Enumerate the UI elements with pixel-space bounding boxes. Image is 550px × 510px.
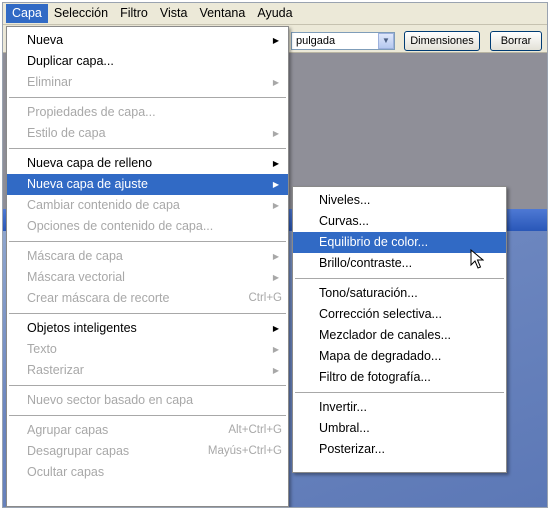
menu-item-label: Opciones de contenido de capa... [27,219,214,233]
menu-separator [295,392,504,393]
menu-item-label: Eliminar [27,75,73,89]
menu-separator [9,385,286,386]
menu-item-label: Estilo de capa [27,126,106,140]
menu-item-propiedades-de-capa[interactable]: Propiedades de capa... [7,102,288,123]
menu-item-mascara-de-capa[interactable]: Máscara de capa ▶ [7,246,288,267]
submenu-item-mezclador-de-canales[interactable]: Mezclador de canales... [293,325,506,346]
menu-item-label: Ocultar capas [27,465,105,479]
menu-shortcut: Alt+Ctrl+G [228,424,282,436]
menu-item-nueva-capa-de-ajuste[interactable]: Nueva capa de ajuste ▶ [7,174,288,195]
submenu-arrow-icon: ▶ [272,36,279,45]
submenu-item-umbral[interactable]: Umbral... [293,418,506,439]
menu-item-label: Máscara vectorial [27,270,125,284]
menu-bar: Capa Selección Filtro Vista Ventana Ayud… [3,3,547,25]
submenu-item-posterizar[interactable]: Posterizar... [293,439,506,460]
menu-item-ocultar-capas[interactable]: Ocultar capas [7,462,288,483]
menu-item-desagrupar-capas[interactable]: Desagrupar capas Mayús+Ctrl+G [7,441,288,462]
clear-button[interactable]: Borrar [490,31,542,51]
menu-shortcut: Mayús+Ctrl+G [207,445,282,457]
menubar-item-seleccion[interactable]: Selección [48,4,114,23]
menu-item-nueva-capa-de-relleno[interactable]: Nueva capa de relleno ▶ [7,153,288,174]
capa-menu: Nueva ▶ Duplicar capa... Eliminar ▶ Propie… [6,26,289,507]
menu-item-crear-mascara-de-recorte[interactable]: Crear máscara de recorte Ctrl+G [7,288,288,309]
menu-separator [9,241,286,242]
adjustment-layer-submenu: Niveles... Curvas... Equilibrio de color… [292,186,507,473]
menu-item-label: Nueva capa de relleno [27,156,153,170]
submenu-arrow-icon: ▶ [272,201,279,210]
menu-item-rasterizar[interactable]: Rasterizar ▶ [7,360,288,381]
submenu-arrow-icon: ▶ [272,273,279,282]
submenu-item-filtro-de-fotografia[interactable]: Filtro de fotografía... [293,367,506,388]
menu-item-objetos-inteligentes[interactable]: Objetos inteligentes ▶ [7,318,288,339]
menu-item-label: Objetos inteligentes [27,321,137,335]
submenu-item-invertir[interactable]: Invertir... [293,397,506,418]
menu-item-label: Propiedades de capa... [27,105,156,119]
menu-item-label: Nuevo sector basado en capa [27,393,194,407]
menu-item-eliminar[interactable]: Eliminar ▶ [7,72,288,93]
menu-item-label: Nueva capa de ajuste [27,177,148,191]
chevron-down-icon[interactable]: ▼ [378,33,394,49]
submenu-item-tono-saturacion[interactable]: Tono/saturación... [293,283,506,304]
menu-item-label: Desagrupar capas [27,444,130,458]
submenu-item-curvas[interactable]: Curvas... [293,211,506,232]
menu-item-label: Crear máscara de recorte [27,291,170,305]
menu-separator [9,415,286,416]
submenu-item-niveles[interactable]: Niveles... [293,190,506,211]
submenu-arrow-icon: ▶ [272,180,279,189]
menu-item-opciones-de-contenido[interactable]: Opciones de contenido de capa... [7,216,288,237]
menu-item-duplicar-capa[interactable]: Duplicar capa... [7,51,288,72]
submenu-arrow-icon: ▶ [272,159,279,168]
menu-item-label: Texto [27,342,57,356]
menu-item-nueva[interactable]: Nueva ▶ [7,30,288,51]
submenu-item-mapa-de-degradado[interactable]: Mapa de degradado... [293,346,506,367]
menu-item-agrupar-capas[interactable]: Agrupar capas Alt+Ctrl+G [7,420,288,441]
submenu-arrow-icon: ▶ [272,345,279,354]
menubar-item-ayuda[interactable]: Ayuda [251,4,298,23]
submenu-arrow-icon: ▶ [272,252,279,261]
menubar-item-vista[interactable]: Vista [154,4,194,23]
submenu-arrow-icon: ▶ [272,324,279,333]
submenu-arrow-icon: ▶ [272,366,279,375]
menu-item-label: Rasterizar [27,363,84,377]
menu-item-label: Nueva [27,33,64,47]
menu-item-texto[interactable]: Texto ▶ [7,339,288,360]
menu-item-label: Duplicar capa... [27,54,114,68]
menu-separator [295,278,504,279]
mouse-pointer-icon [470,249,484,269]
menu-item-nuevo-sector[interactable]: Nuevo sector basado en capa [7,390,288,411]
submenu-arrow-icon: ▶ [272,78,279,87]
menubar-item-filtro[interactable]: Filtro [114,4,154,23]
menubar-item-capa[interactable]: Capa [6,4,48,23]
menu-item-label: Agrupar capas [27,423,109,437]
menu-shortcut: Ctrl+G [248,292,282,304]
menu-separator [9,313,286,314]
dimensions-button[interactable]: Dimensiones [404,31,480,51]
menu-item-mascara-vectorial[interactable]: Máscara vectorial ▶ [7,267,288,288]
menubar-item-ventana[interactable]: Ventana [193,4,251,23]
application-window: Capa Selección Filtro Vista Ventana Ayud… [2,2,548,508]
menu-item-label: Cambiar contenido de capa [27,198,180,212]
submenu-arrow-icon: ▶ [272,129,279,138]
menu-separator [9,97,286,98]
submenu-item-correccion-selectiva[interactable]: Corrección selectiva... [293,304,506,325]
menu-item-cambiar-contenido-de-capa[interactable]: Cambiar contenido de capa ▶ [7,195,288,216]
menu-separator [9,148,286,149]
menu-item-estilo-de-capa[interactable]: Estilo de capa ▶ [7,123,288,144]
menu-item-label: Máscara de capa [27,249,123,263]
